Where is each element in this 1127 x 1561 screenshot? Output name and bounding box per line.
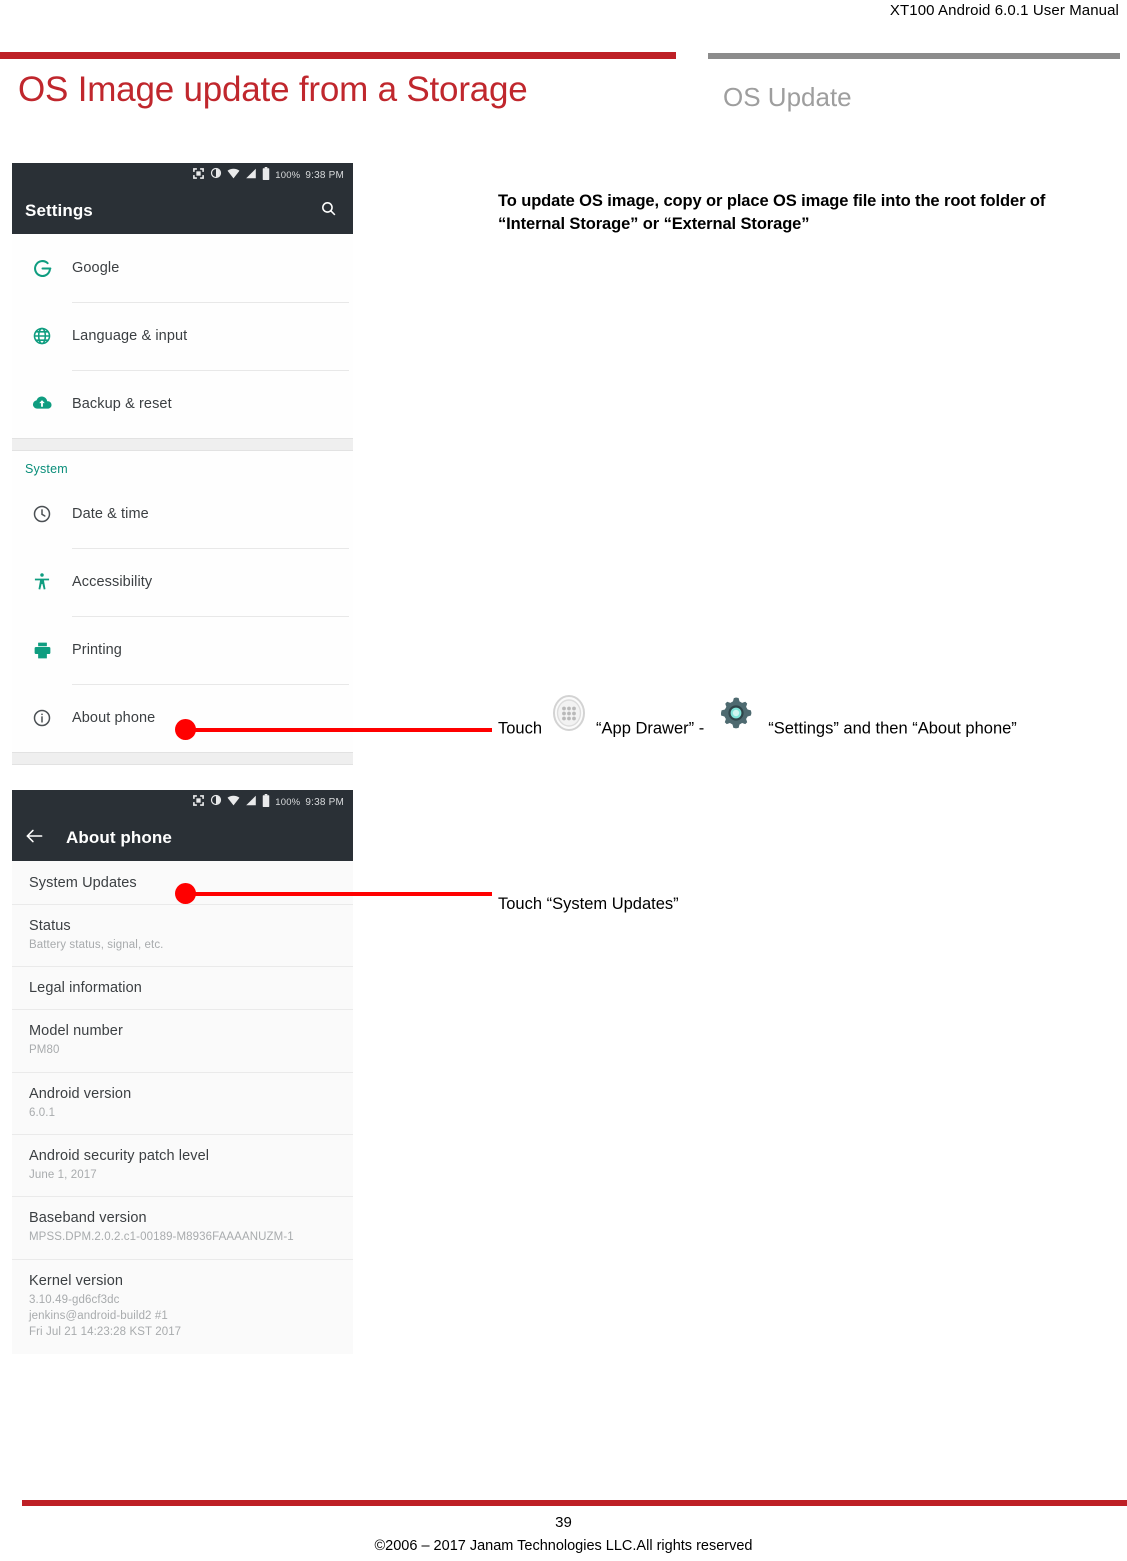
- about-row-security-patch-level[interactable]: Android security patch level June 1, 201…: [12, 1133, 353, 1197]
- scan-icon: [192, 167, 205, 184]
- settings-item-language-input[interactable]: Language & input: [12, 302, 353, 370]
- brightness-icon: [210, 167, 222, 183]
- info-icon: [25, 708, 59, 728]
- cloud-upload-icon: [25, 393, 59, 415]
- about-phone-list: System Updates Status Battery status, si…: [12, 861, 353, 1354]
- step-text-app-drawer: “App Drawer” -: [596, 719, 705, 738]
- step-text-settings-about: “Settings” and then “About phone”: [768, 719, 1017, 738]
- about-row-title: Android version: [29, 1085, 132, 1102]
- gear-icon: [716, 692, 756, 734]
- page-number: 39: [555, 1514, 572, 1531]
- list-section-divider: [12, 438, 353, 451]
- about-row-kernel-version[interactable]: Kernel version 3.10.49-gd6cf3dc jenkins@…: [12, 1258, 353, 1354]
- settings-item-backup-reset[interactable]: Backup & reset: [12, 370, 353, 438]
- about-row-subtitle: PM80: [29, 1044, 60, 1057]
- about-row-status[interactable]: Status Battery status, signal, etc.: [12, 904, 353, 967]
- about-phone-screenshot: 100% 9:38 PM About phone System Updates …: [12, 790, 353, 1388]
- battery-icon: [262, 166, 270, 184]
- about-row-title: Status: [29, 918, 71, 934]
- battery-percent-label: 100%: [275, 796, 301, 808]
- settings-item-printing[interactable]: Printing: [12, 616, 353, 684]
- settings-item-label: Printing: [72, 642, 122, 658]
- section-label: OS Update: [723, 82, 852, 112]
- settings-item-label: Google: [72, 260, 120, 276]
- globe-icon: [25, 326, 59, 346]
- clock-icon: [25, 504, 59, 524]
- settings-app-bar: Settings: [12, 187, 353, 234]
- header-red-rule: [0, 52, 676, 59]
- about-row-title: Baseband version: [29, 1210, 147, 1227]
- copyright-notice: ©2006 – 2017 Janam Technologies LLC.All …: [374, 1538, 753, 1554]
- header-gray-rule: [708, 53, 1120, 59]
- status-bar: 100% 9:38 PM: [12, 790, 353, 814]
- about-row-subtitle: 3.10.49-gd6cf3dc jenkins@android-build2 …: [29, 1293, 182, 1339]
- signal-icon: [245, 794, 257, 810]
- signal-icon: [245, 167, 257, 183]
- status-bar-clock: 9:38 PM: [305, 169, 344, 181]
- about-row-title: Kernel version: [29, 1272, 124, 1289]
- callout-line-about-phone: [190, 728, 492, 732]
- document-header: XT100 Android 6.0.1 User Manual: [889, 2, 1119, 19]
- callout-dot-system-updates: [175, 883, 196, 904]
- printer-icon: [25, 640, 59, 661]
- status-bar: 100% 9:38 PM: [12, 163, 353, 187]
- about-row-title: Legal information: [29, 980, 142, 997]
- brightness-icon: [210, 794, 222, 810]
- about-phone-app-bar: About phone: [12, 814, 353, 861]
- settings-item-date-time[interactable]: Date & time: [12, 480, 353, 548]
- about-row-subtitle: June 1, 2017: [29, 1168, 97, 1181]
- settings-item-label: Accessibility: [72, 574, 153, 590]
- battery-icon: [262, 793, 270, 811]
- step-text-touch: Touch: [498, 719, 543, 738]
- settings-item-accessibility[interactable]: Accessibility: [12, 548, 353, 616]
- page-title: OS Image update from a Storage: [18, 70, 528, 109]
- footer-red-rule: [22, 1500, 1127, 1506]
- settings-item-label: Backup & reset: [72, 396, 172, 412]
- app-drawer-icon: [550, 692, 588, 734]
- about-row-title: Android security patch level: [29, 1147, 210, 1164]
- settings-group-header-system: System: [25, 462, 68, 476]
- callout-dot-about-phone: [175, 719, 196, 740]
- about-row-subtitle: Battery status, signal, etc.: [29, 939, 164, 951]
- wifi-icon: [227, 794, 240, 810]
- settings-item-label: Date & time: [72, 506, 149, 522]
- search-icon[interactable]: [320, 200, 337, 222]
- about-row-model-number[interactable]: Model number PM80: [12, 1009, 353, 1072]
- arrow-back-icon[interactable]: [25, 828, 44, 848]
- battery-percent-label: 100%: [275, 169, 301, 181]
- app-bar-title: Settings: [25, 200, 93, 220]
- about-row-legal-information[interactable]: Legal information: [12, 966, 353, 1010]
- scan-icon: [192, 794, 205, 811]
- about-row-android-version[interactable]: Android version 6.0.1: [12, 1071, 353, 1134]
- step-open-settings: Touch “App Drawer” - “Settings” and then…: [498, 695, 1098, 750]
- note-os-image-copy: To update OS image, copy or place OS ima…: [498, 192, 1046, 234]
- settings-list: Google Language & input Backup & reset S…: [12, 234, 353, 765]
- google-g-icon: [25, 258, 59, 279]
- about-row-subtitle: 6.0.1: [29, 1106, 56, 1119]
- accessibility-icon: [25, 572, 59, 592]
- about-row-subtitle: MPSS.DPM.2.0.2.c1-00189-M8936FAAAANUZM-1: [29, 1231, 294, 1244]
- app-bar-title: About phone: [66, 827, 172, 847]
- list-bottom-divider: [12, 752, 353, 765]
- callout-line-system-updates: [190, 892, 492, 896]
- settings-item-about-phone[interactable]: About phone: [12, 684, 353, 752]
- settings-screenshot: 100% 9:38 PM Settings Google Language & …: [12, 163, 353, 768]
- settings-item-google[interactable]: Google: [12, 234, 353, 302]
- status-bar-clock: 9:38 PM: [305, 796, 344, 808]
- settings-item-label: About phone: [72, 710, 156, 726]
- wifi-icon: [227, 167, 240, 183]
- about-row-title: Model number: [29, 1023, 123, 1040]
- about-row-baseband-version[interactable]: Baseband version MPSS.DPM.2.0.2.c1-00189…: [12, 1196, 353, 1259]
- step-touch-system-updates: Touch “System Updates”: [498, 895, 679, 913]
- settings-item-label: Language & input: [72, 328, 188, 344]
